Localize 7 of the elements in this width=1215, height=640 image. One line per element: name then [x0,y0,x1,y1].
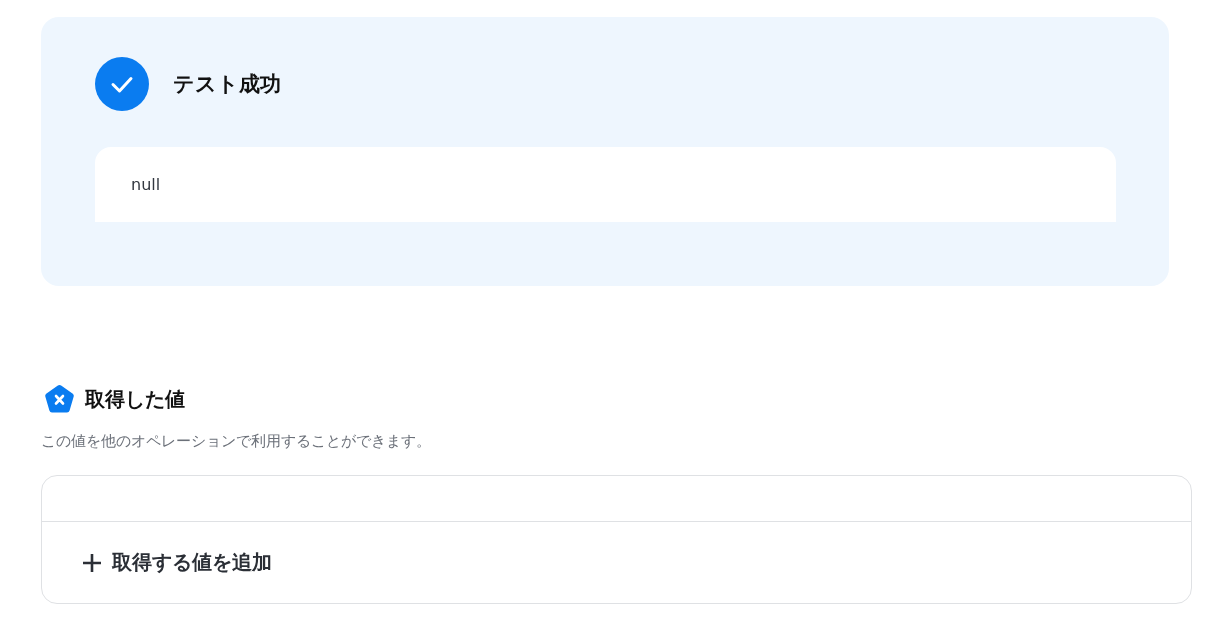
output-text: null [131,175,161,194]
result-title: テスト成功 [173,71,281,98]
add-value-button[interactable]: 取得する値を追加 [82,549,272,576]
plus-icon [82,552,102,573]
section-title: 取得した値 [85,385,185,413]
pentagon-x-icon [44,384,75,414]
section-description: この値を他のオペレーションで利用することができます。 [41,432,431,451]
